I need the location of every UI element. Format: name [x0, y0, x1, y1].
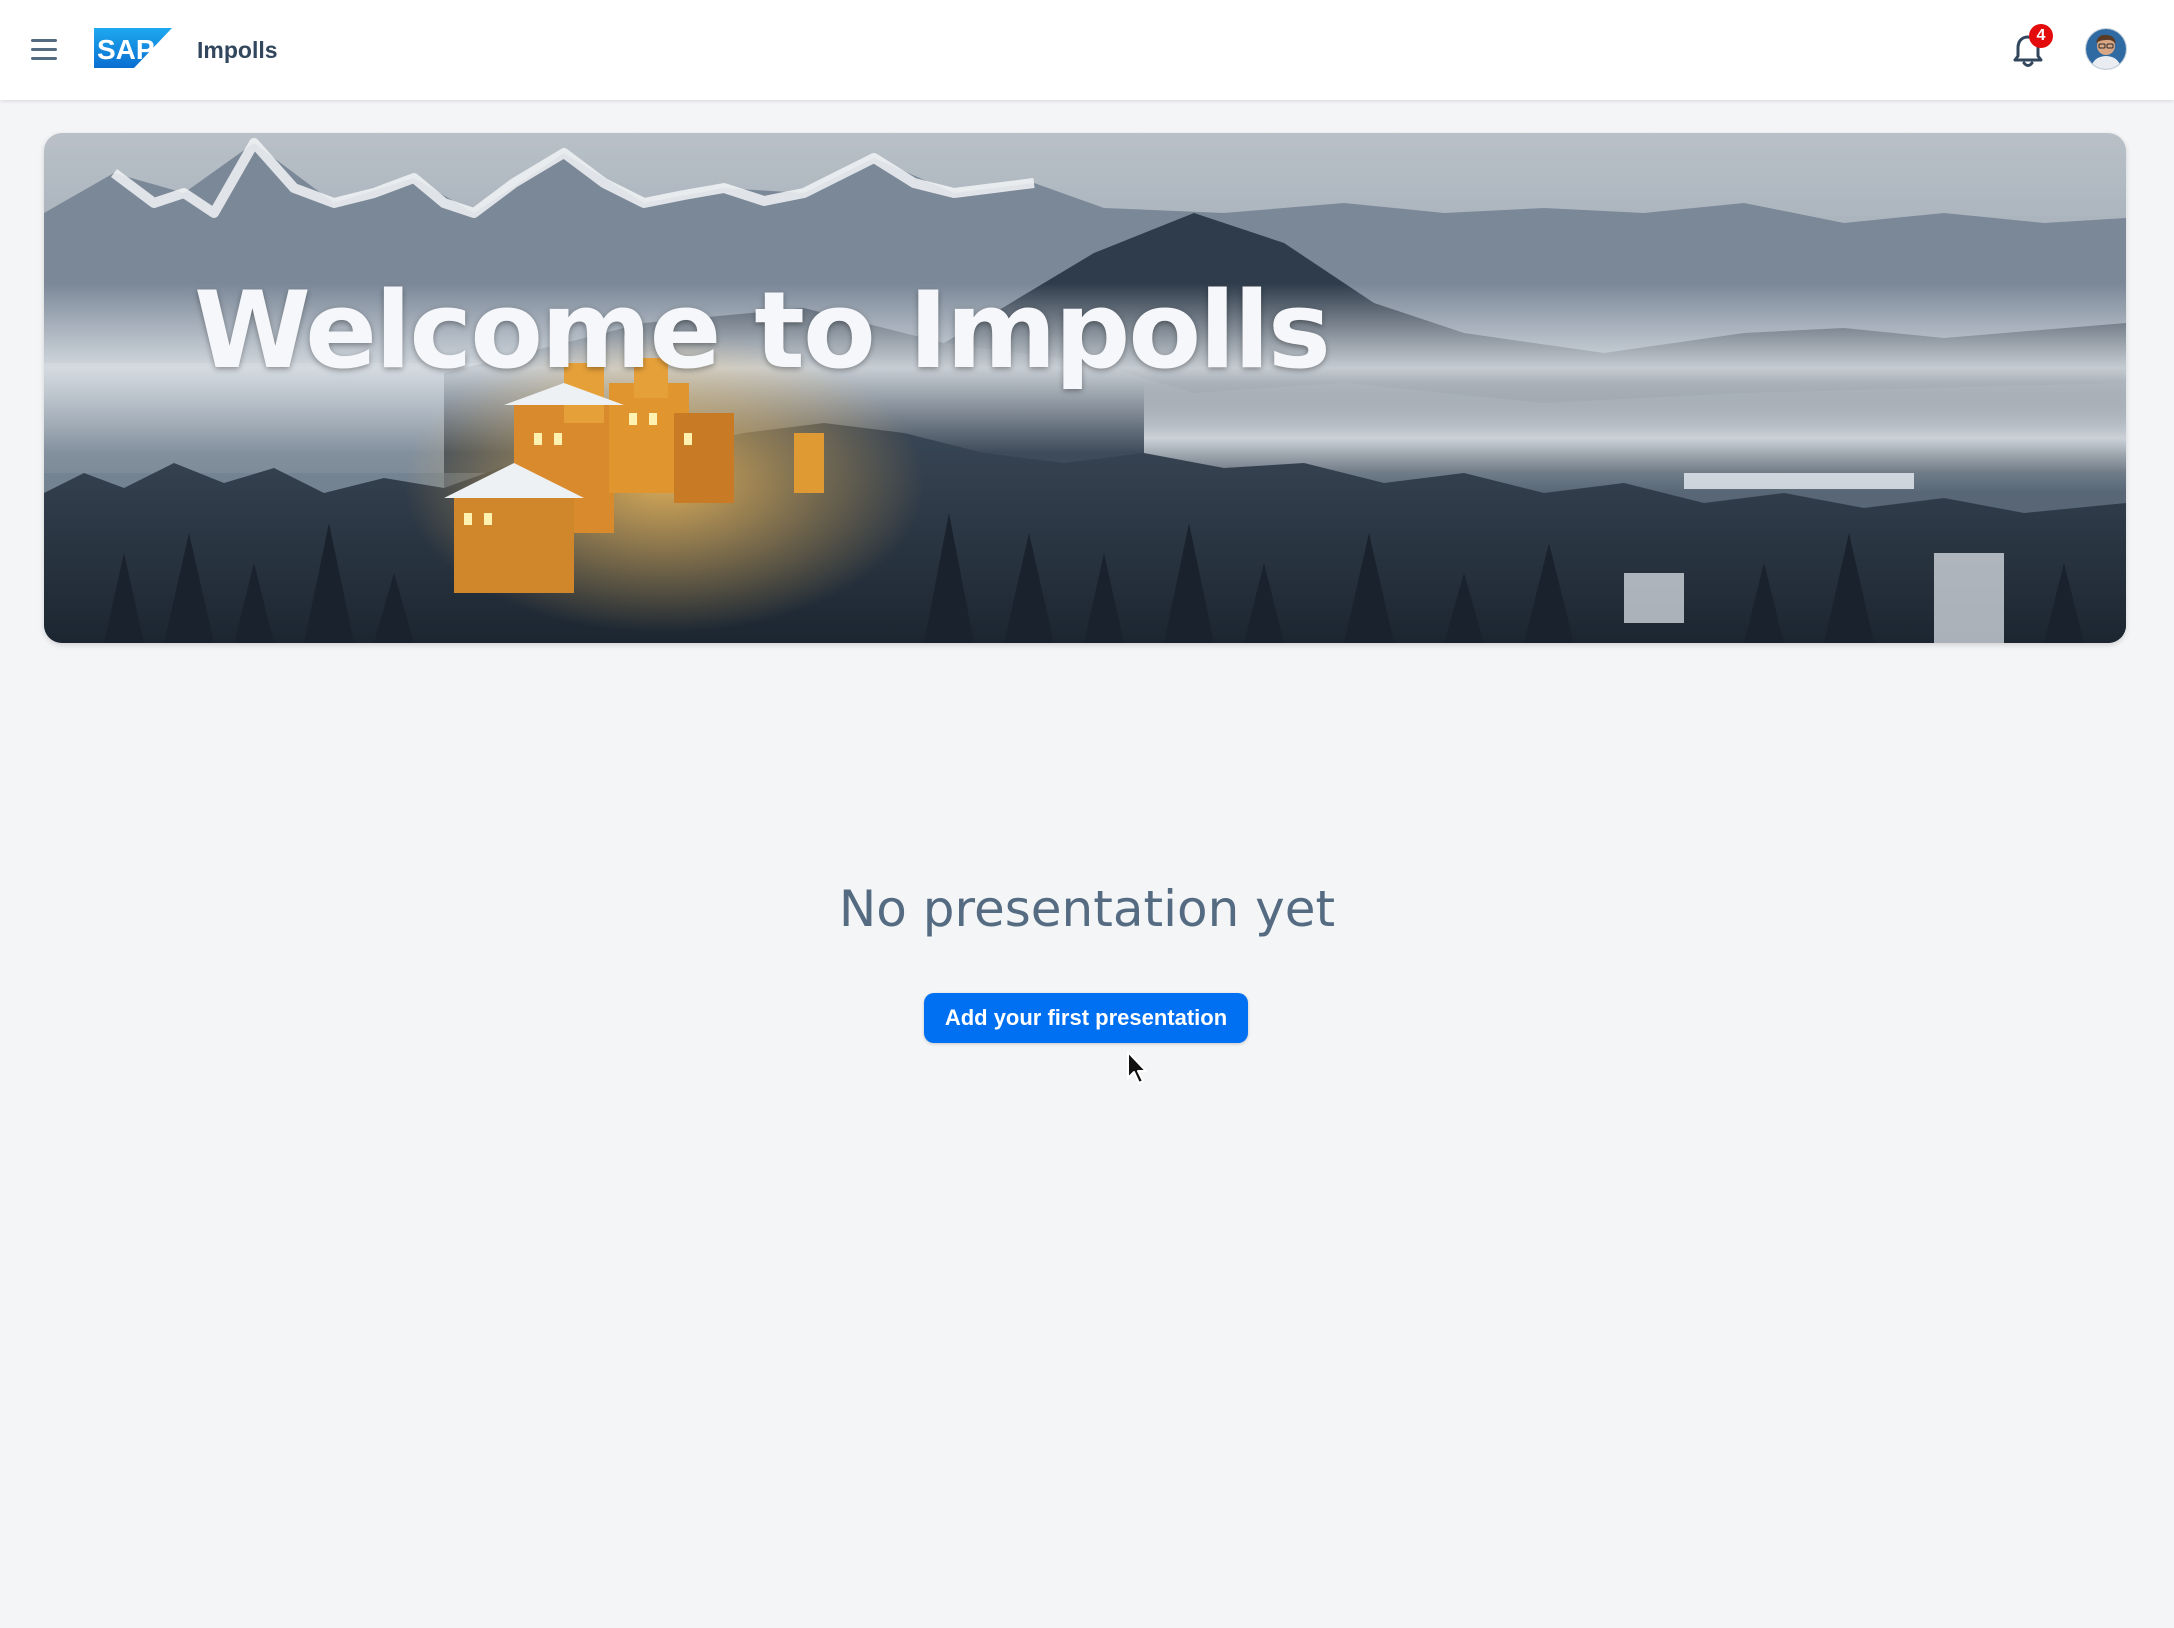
mouse-cursor-icon — [1127, 1051, 1147, 1084]
user-avatar[interactable] — [2085, 28, 2127, 70]
notification-count-badge: 4 — [2029, 24, 2053, 48]
add-first-presentation-button[interactable]: Add your first presentation — [924, 993, 1248, 1043]
avatar-icon — [2086, 29, 2126, 69]
sap-logo-text: SAP — [97, 34, 155, 65]
sap-logo[interactable]: SAP — [94, 28, 172, 68]
empty-state-title: No presentation yet — [838, 880, 1336, 938]
welcome-banner: Welcome to Impolls — [44, 133, 2126, 643]
hamburger-menu-icon[interactable] — [26, 28, 62, 72]
banner-title: Welcome to Impolls — [194, 269, 1331, 392]
shell-bar: SAP Impolls 4 — [0, 0, 2174, 100]
app-title: Impolls — [197, 37, 278, 63]
